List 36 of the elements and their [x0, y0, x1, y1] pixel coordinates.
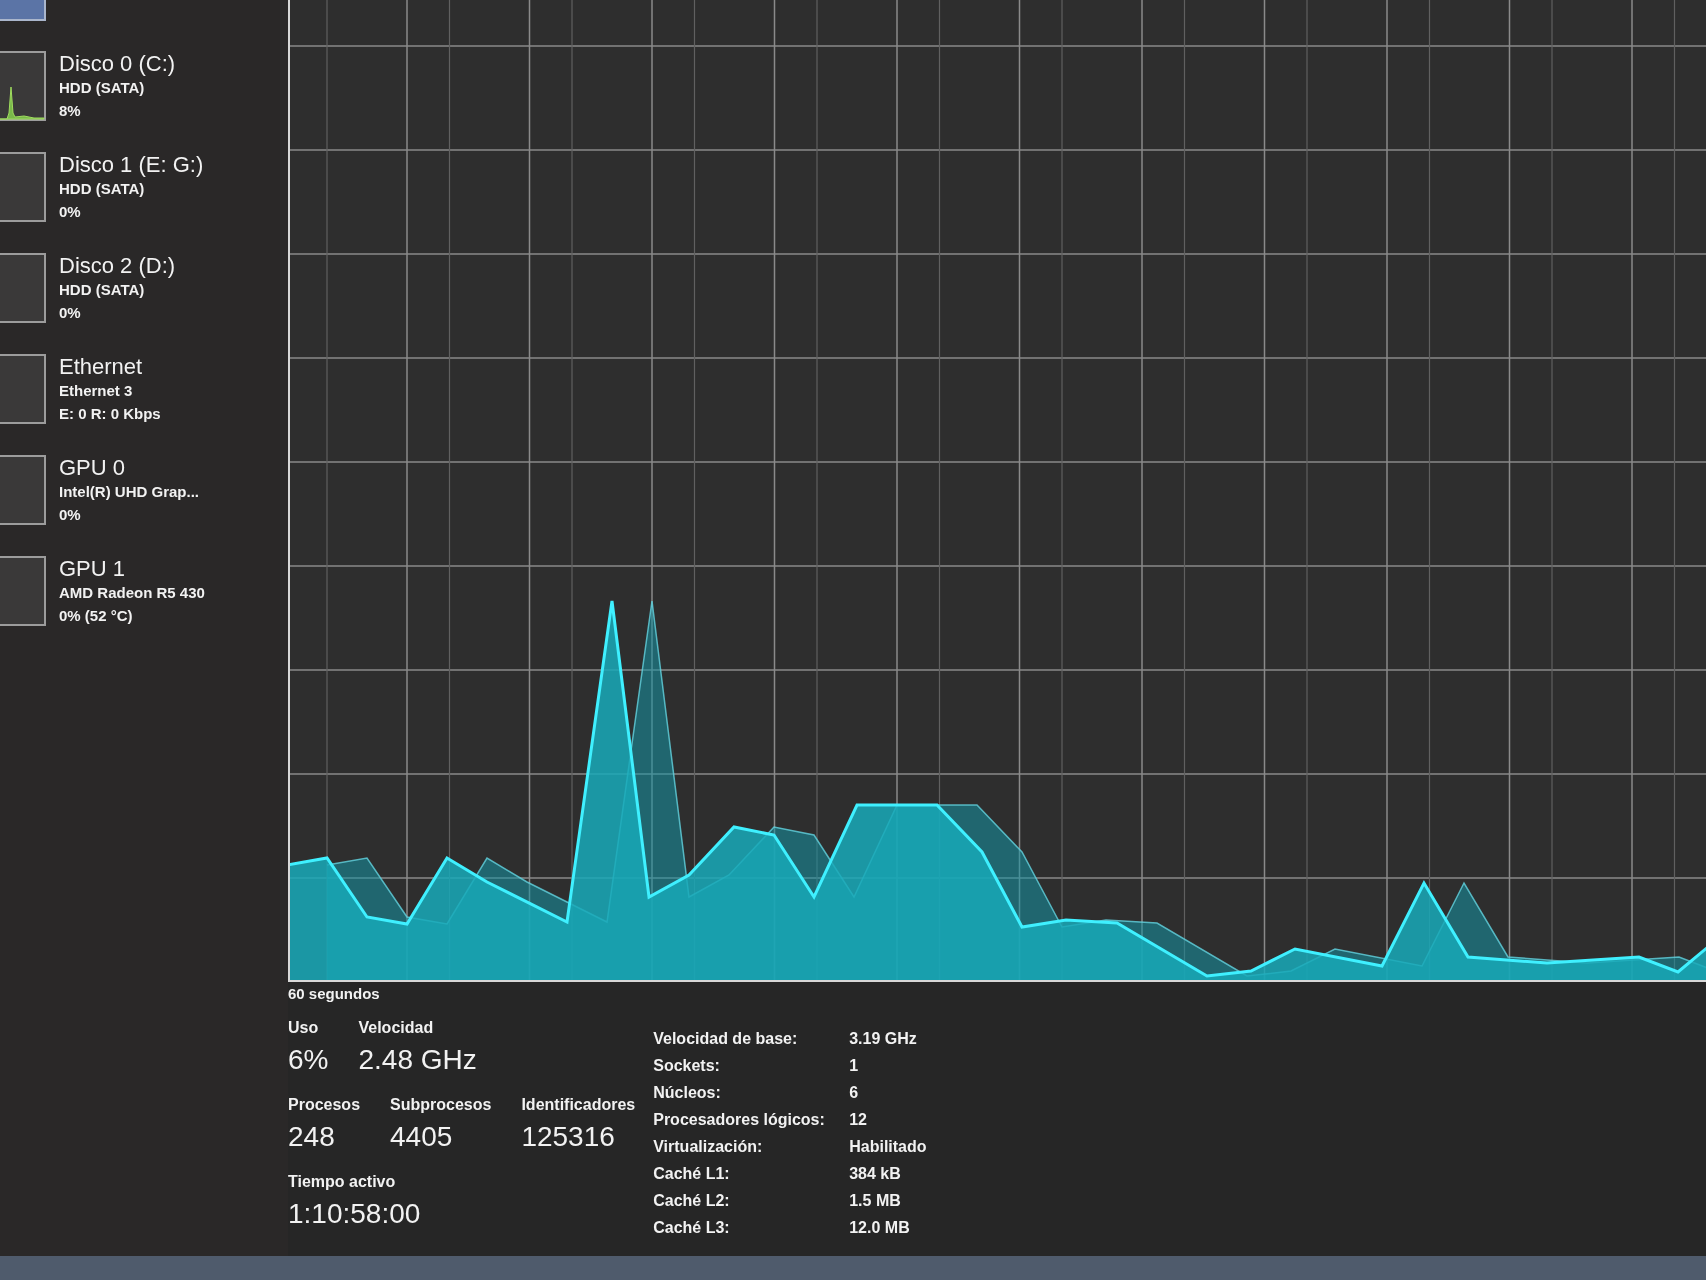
detail-label: Sockets:	[653, 1056, 720, 1076]
time-axis-label: 60 segundos	[288, 984, 380, 1004]
sidebar-item[interactable]: GPU 1 AMD Radeon R5 430 0% (52 °C)	[0, 556, 280, 627]
sidebar-item[interactable]: Disco 1 (E: G:) HDD (SATA) 0%	[0, 152, 280, 223]
stat-label: Identificadores	[521, 1095, 636, 1115]
stat-value: 6%	[288, 1043, 329, 1077]
stat-label: Velocidad	[358, 1018, 434, 1038]
detail-value: 1.5 MB	[849, 1191, 901, 1211]
detail-label: Caché L2:	[653, 1191, 730, 1211]
detail-value: 3.19 GHz	[849, 1029, 917, 1049]
detail-label: Virtualización:	[653, 1137, 763, 1157]
sidebar-item[interactable]: Ethernet Ethernet 3 E: 0 R: 0 Kbps	[0, 354, 280, 425]
detail-label: Caché L3:	[653, 1218, 730, 1238]
detail-label: Caché L1:	[653, 1164, 730, 1184]
detail-label: Procesadores lógicos:	[653, 1110, 825, 1130]
stat-value: 248	[288, 1120, 335, 1154]
stat-value: 2.48 GHz	[358, 1043, 477, 1077]
stat-label: Procesos	[288, 1095, 361, 1115]
stat-value: 4405	[390, 1120, 453, 1154]
graph-thumbnail-icon	[0, 0, 46, 22]
sidebar-item[interactable]: GPU 0 Intel(R) UHD Grap... 0%	[0, 455, 280, 526]
sidebar-item[interactable]: Disco 2 (D:) HDD (SATA) 0%	[0, 253, 280, 324]
detail-value: 6	[849, 1083, 859, 1103]
detail-value: 12	[849, 1110, 867, 1130]
detail-label: Núcleos:	[653, 1083, 721, 1103]
stat-value: 1:10:58:00	[288, 1197, 421, 1231]
stat-label: Subprocesos	[390, 1095, 492, 1115]
detail-label: Velocidad de base:	[653, 1029, 798, 1049]
sidebar-item[interactable]: Disco 0 (C:) HDD (SATA) 8%	[0, 51, 280, 122]
detail-value: Habilitado	[849, 1137, 927, 1157]
stat-label: Tiempo activo	[288, 1172, 396, 1192]
detail-value: 1	[849, 1056, 859, 1076]
stat-value: 125316	[521, 1120, 615, 1154]
detail-value: 12.0 MB	[849, 1218, 910, 1238]
detail-value: 384 kB	[849, 1164, 901, 1184]
stat-label: Uso	[288, 1018, 319, 1038]
